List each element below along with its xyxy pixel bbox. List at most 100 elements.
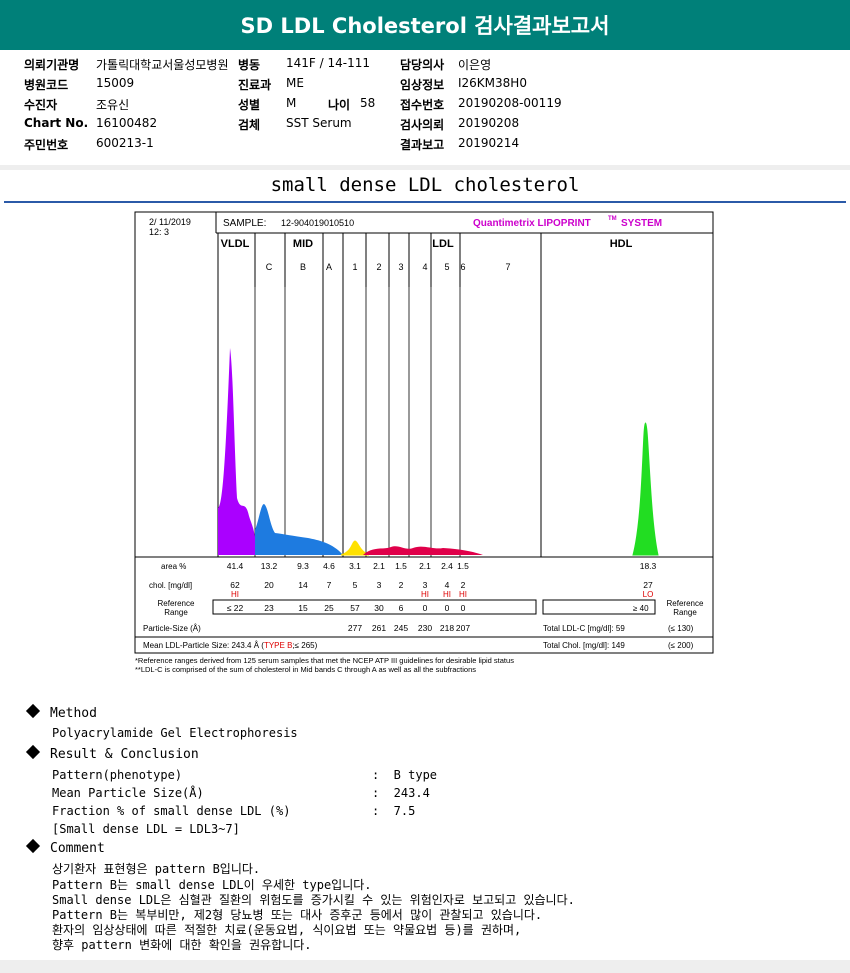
area-value: 18.3 [640, 561, 657, 571]
ref-value: 57 [350, 603, 360, 613]
flag-value: HI [421, 590, 429, 599]
band-label: A [326, 262, 332, 272]
section-rule [4, 201, 846, 203]
chart-time: 12: 3 [149, 227, 169, 237]
size-label: Mean Particle Size(Å) [52, 786, 204, 800]
clinical-value: I26KM38H0 [458, 76, 527, 90]
patient-label: 수진자 [24, 98, 58, 112]
ref-value: 23 [264, 603, 274, 613]
id-number-label: 주민번호 [24, 138, 69, 152]
hospital-value: 가톨릭대학교서울성모병원 [96, 58, 229, 72]
lipoprint-chart-svg: 2/ 11/2019 12: 3 SAMPLE: 12-904019010510… [134, 211, 714, 674]
table-values: 41.4 13.2 9.3 4.6 3.1 2.1 1.5 2.1 2.4 1.5 18.362 20… [227, 561, 657, 633]
ref-label-1: Reference [158, 599, 195, 608]
area-value: 1.5 [457, 561, 469, 571]
brand-tm: TM [608, 216, 617, 222]
area-value: 1.5 [395, 561, 407, 571]
pattern-label: Pattern(phenotype) [52, 768, 183, 782]
code-value: 15009 [96, 76, 135, 90]
brand-name: Quantimetrix LIPOPRINT [473, 218, 591, 229]
fraction-value: : 7.5 [372, 804, 416, 818]
ref-label-2: Range [164, 608, 188, 617]
chol-value: 5 [353, 580, 358, 590]
bottom-bar [0, 960, 850, 973]
particle-size-value: 207 [456, 623, 470, 633]
band-label: 6 [460, 262, 465, 272]
ref-hdl: ≥ 40 [633, 604, 649, 613]
flag-value: HI [459, 590, 467, 599]
section-title: small dense LDL cholesterol [270, 174, 580, 196]
receipt-value: 20190208-00119 [458, 96, 562, 110]
chol-value: 3 [423, 580, 428, 590]
diamond-bullet-icon [25, 744, 41, 760]
lipoprint-chart: 2/ 11/2019 12: 3 SAMPLE: 12-904019010510… [133, 208, 721, 678]
dept-value: ME [286, 76, 304, 90]
chol-value: 2 [399, 580, 404, 590]
doctor-value: 이은영 [458, 58, 492, 72]
report-title: SD LDL Cholesterol 검사결과보고서 [0, 0, 850, 50]
particle-size-value: 230 [418, 623, 432, 633]
area-label: area % [161, 562, 186, 571]
section-divider [0, 165, 850, 170]
ward-label: 병동 [238, 58, 261, 72]
ref-value: ≤ 22 [227, 603, 244, 613]
diamond-bullet-icon [25, 703, 41, 719]
area-value: 41.4 [227, 561, 244, 571]
doctor-label: 담당의사 [400, 58, 445, 72]
method-heading: Method [24, 703, 97, 721]
band-label: 5 [444, 262, 449, 272]
comment-line: 향후 pattern 변화에 대한 확인을 권유합니다. [52, 938, 312, 952]
area-value: 9.3 [297, 561, 309, 571]
specimen-label: 검체 [238, 118, 261, 132]
chol-value: 20 [264, 580, 274, 590]
ref-value: 25 [324, 603, 334, 613]
brand-suffix: SYSTEM [621, 218, 662, 229]
patient-info: 의뢰기관명 가톨릭대학교서울성모병원 병동 141F / 14-111 담당의사… [0, 50, 850, 168]
group-label: HDL [610, 238, 633, 250]
area-value: 3.1 [349, 561, 361, 571]
particle-size-value: 218 [440, 623, 454, 633]
code-label: 병원코드 [24, 78, 69, 92]
chol-value: 2 [461, 580, 466, 590]
ref-value: 15 [298, 603, 308, 613]
hospital-label: 의뢰기관명 [24, 58, 80, 72]
chol-value: 62 [230, 580, 240, 590]
total-chol-label: Total Chol. [mg/dl]: 149 [543, 641, 625, 650]
method-text: Polyacrylamide Gel Electrophoresis [52, 726, 298, 740]
dept-label: 진료과 [238, 78, 272, 92]
group-label: VLDL [221, 238, 250, 250]
specimen-value: SST Serum [286, 116, 352, 130]
comment-heading: Comment [24, 838, 105, 856]
id-number-value: 600213-1 [96, 136, 154, 150]
total-ldl-label: Total LDL-C [mg/dl]: 59 [543, 624, 625, 633]
diamond-bullet-icon [25, 838, 41, 854]
area-value: 2.1 [373, 561, 385, 571]
sex-label: 성별 [238, 98, 261, 112]
band-label: B [300, 262, 306, 272]
patient-value: 조유신 [96, 98, 130, 112]
group-label: MID [293, 238, 313, 250]
ref-value: 0 [445, 603, 450, 613]
area-value: 2.1 [419, 561, 431, 571]
footnote-1: *Reference ranges derived from 125 serum… [135, 656, 514, 665]
band-label: 2 [376, 262, 381, 272]
chart-no-value: 16100482 [96, 116, 158, 130]
sample-label: SAMPLE: [223, 218, 266, 229]
chol-value: 7 [327, 580, 332, 590]
chol-value: 27 [643, 580, 653, 590]
ref-value: 0 [423, 603, 428, 613]
report-date-label: 결과보고 [400, 138, 445, 152]
chart-date: 2/ 11/2019 [149, 217, 191, 227]
chol-label: chol. [mg/dl] [149, 581, 192, 590]
ref-value: 30 [374, 603, 384, 613]
group-label: LDL [432, 238, 454, 250]
ref-value: 6 [399, 603, 404, 613]
chol-value: 3 [377, 580, 382, 590]
chol-value: 4 [445, 580, 450, 590]
age-label: 나이 [328, 98, 351, 112]
fraction-label: Fraction % of small dense LDL (%) [52, 804, 291, 818]
age-value: 58 [360, 96, 376, 110]
report-date-value: 20190214 [458, 136, 520, 150]
chart-no-label: Chart No. [24, 116, 89, 130]
ref-right-2: Range [673, 608, 697, 617]
